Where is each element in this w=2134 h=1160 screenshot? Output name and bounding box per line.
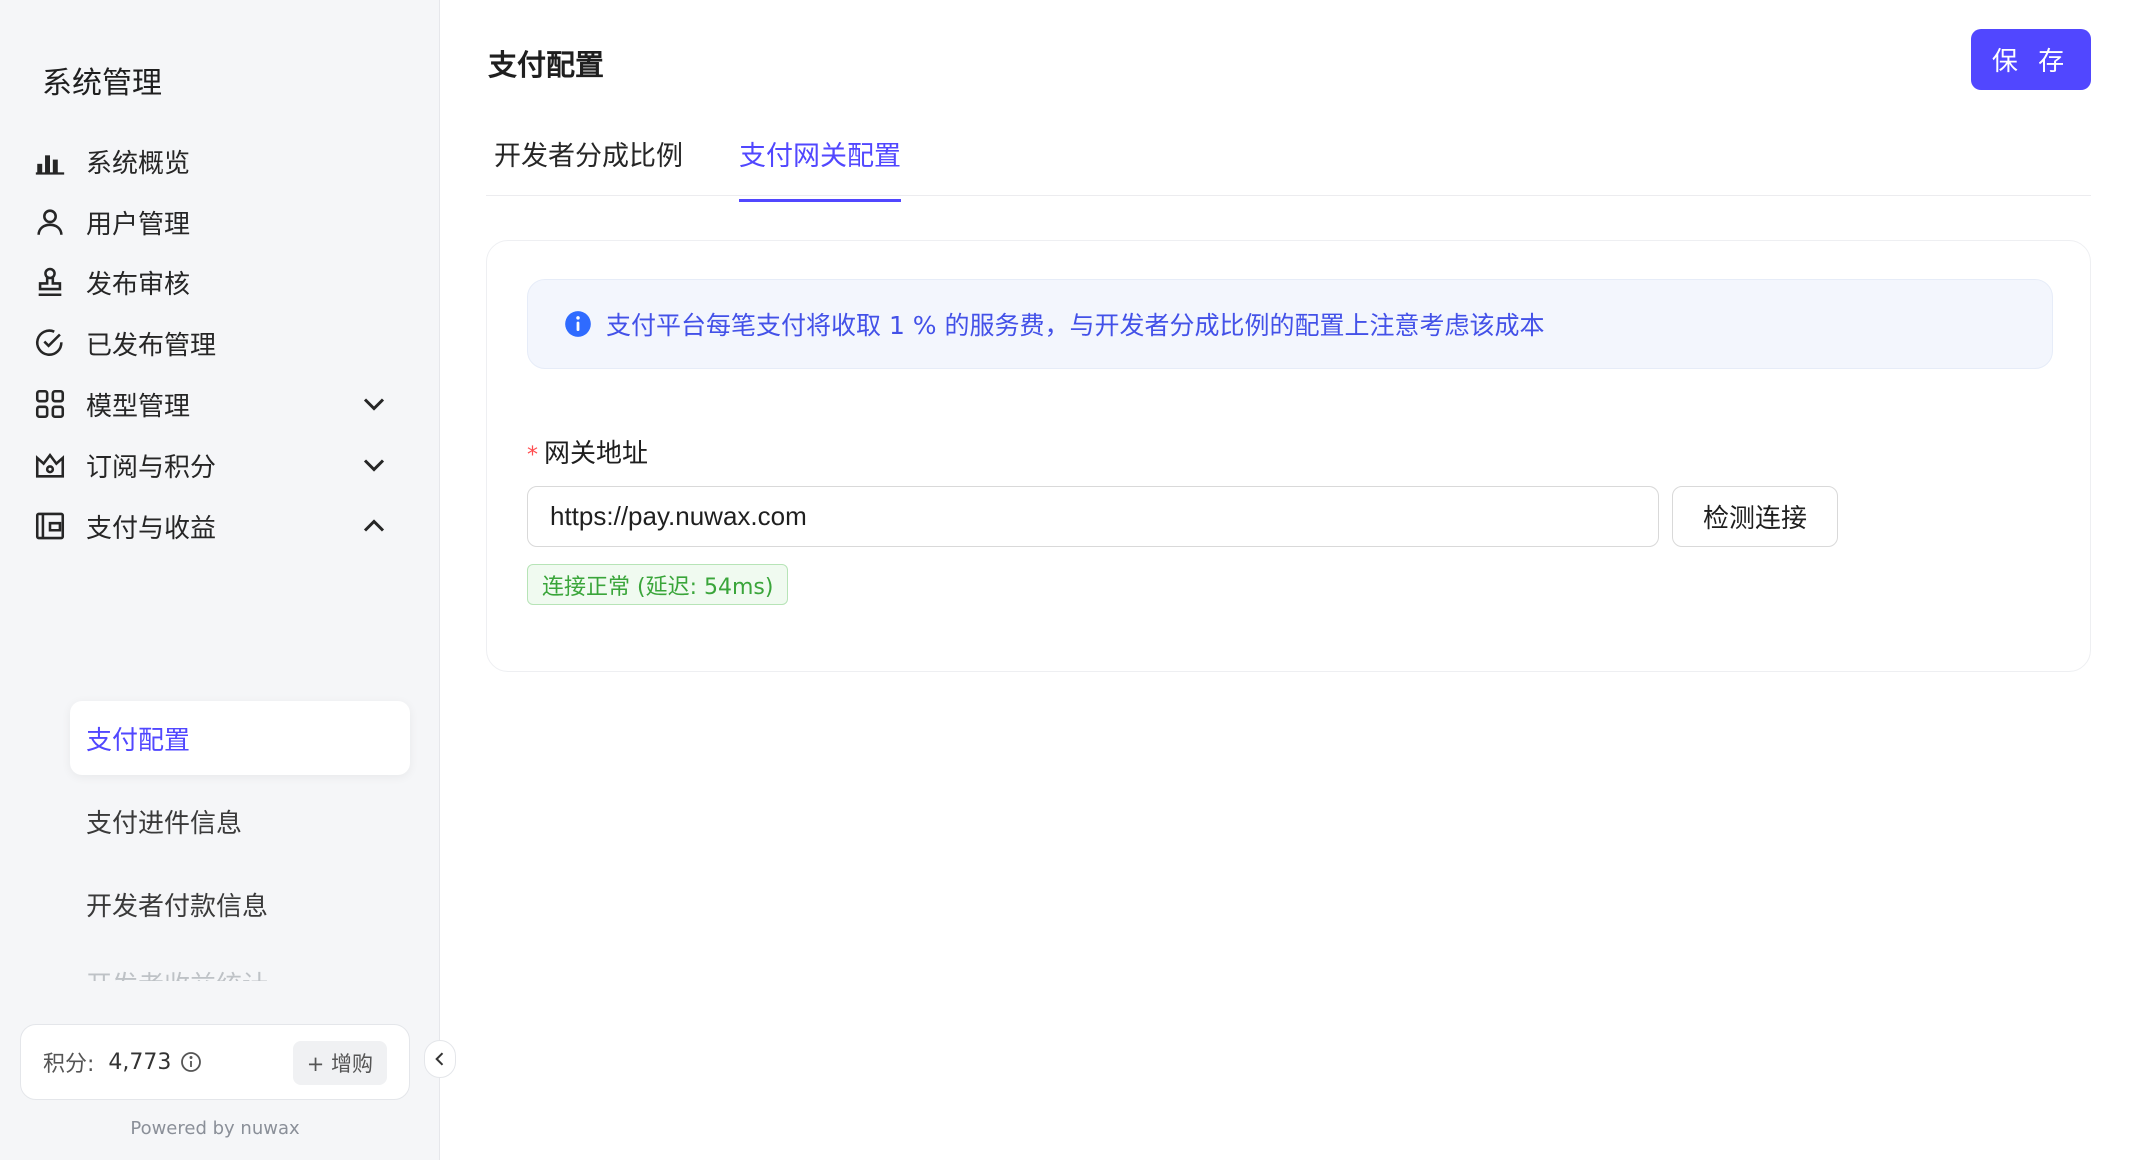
chevron-down-icon[interactable] — [356, 386, 392, 422]
user-icon — [30, 202, 70, 242]
gateway-url-label: * 网关地址 — [527, 433, 648, 470]
sidebar-item-models[interactable]: 模型管理 — [30, 374, 410, 434]
sidebar-subitem-label: 开发者付款信息 — [86, 891, 269, 922]
gateway-url-input[interactable] — [527, 486, 1659, 547]
sidebar-item-label: 模型管理 — [86, 391, 191, 422]
sidebar-subitem-developer-payout[interactable]: 开发者付款信息 — [70, 867, 410, 941]
chevron-up-icon[interactable] — [356, 508, 392, 544]
sidebar-title: 系统管理 — [42, 66, 162, 101]
grid-icon — [30, 384, 70, 424]
sidebar-item-label: 已发布管理 — [86, 330, 217, 361]
sidebar-subitem-payment-config[interactable]: 支付配置 — [70, 701, 410, 775]
save-button[interactable]: 保 存 — [1971, 29, 2091, 90]
sidebar-item-subscription[interactable]: 订阅与积分 — [30, 435, 410, 495]
stamp-icon — [30, 262, 70, 302]
app: 系统管理 系统概览 用户管理 发布审核 已发布管理 模型管理 订阅与积分 支付与… — [0, 0, 2134, 1160]
sidebar-item-label: 发布审核 — [86, 269, 191, 300]
points-value: 4,773 — [108, 1049, 172, 1075]
tab-bar: 开发者分成比例 支付网关配置 — [486, 126, 2091, 202]
buy-points-button[interactable]: + 增购 — [292, 1041, 387, 1085]
sidebar-item-users[interactable]: 用户管理 — [30, 192, 410, 252]
points-card: 积分: 4,773 + 增购 — [20, 1024, 410, 1100]
sidebar-subitem-label: 支付进件信息 — [86, 808, 243, 839]
sidebar-subitem-merchant-info[interactable]: 支付进件信息 — [70, 784, 410, 858]
tab-gateway-config[interactable]: 支付网关配置 — [739, 134, 901, 202]
sidebar-item-label: 系统概览 — [86, 148, 191, 179]
sidebar-subitem-label: 支付配置 — [86, 725, 191, 756]
chevron-left-icon — [435, 1052, 444, 1066]
sidebar-item-label: 用户管理 — [86, 209, 191, 240]
check-circle-icon — [30, 323, 70, 363]
powered-by: Powered by nuwax — [130, 1118, 300, 1139]
sidebar-subitem-label: 开发者收益统计 — [86, 965, 268, 982]
gateway-url-label-text: 网关地址 — [544, 439, 649, 469]
sidebar-item-review[interactable]: 发布审核 — [30, 252, 410, 312]
sidebar-item-payment[interactable]: 支付与收益 — [30, 496, 410, 556]
crown-icon — [30, 445, 70, 485]
sidebar-item-overview[interactable]: 系统概览 — [30, 131, 410, 191]
gateway-config-panel: 支付平台每笔支付将收取 1 % 的服务费，与开发者分成比例的配置上注意考虑该成本… — [486, 240, 2091, 672]
sidebar-subitem-developer-earnings[interactable]: 开发者收益统计 — [70, 946, 410, 982]
info-icon[interactable] — [179, 1050, 203, 1074]
sidebar: 系统管理 系统概览 用户管理 发布审核 已发布管理 模型管理 订阅与积分 支付与… — [0, 0, 440, 1160]
sidebar-item-label: 订阅与积分 — [86, 452, 217, 483]
page-title: 支付配置 — [488, 48, 605, 82]
info-circle-icon — [565, 311, 591, 337]
wallet-icon — [30, 506, 70, 546]
connection-status-badge: 连接正常 (延迟: 54ms) — [527, 564, 789, 605]
sidebar-item-label: 支付与收益 — [86, 513, 217, 544]
bar-chart-icon — [30, 141, 70, 181]
sidebar-menu: 系统概览 用户管理 发布审核 已发布管理 模型管理 订阅与积分 支付与收益 支付… — [0, 131, 440, 981]
required-mark: * — [527, 443, 538, 468]
chevron-down-icon[interactable] — [356, 447, 392, 483]
points-label: 积分: — [43, 1052, 95, 1077]
notice-text: 支付平台每笔支付将收取 1 % 的服务费，与开发者分成比例的配置上注意考虑该成本 — [606, 311, 1545, 340]
collapse-sidebar-button[interactable] — [424, 1040, 456, 1078]
tab-developer-share[interactable]: 开发者分成比例 — [494, 134, 683, 199]
check-connection-button[interactable]: 检测连接 — [1672, 486, 1838, 547]
service-fee-notice: 支付平台每笔支付将收取 1 % 的服务费，与开发者分成比例的配置上注意考虑该成本 — [527, 279, 2053, 369]
sidebar-item-published[interactable]: 已发布管理 — [30, 313, 410, 373]
